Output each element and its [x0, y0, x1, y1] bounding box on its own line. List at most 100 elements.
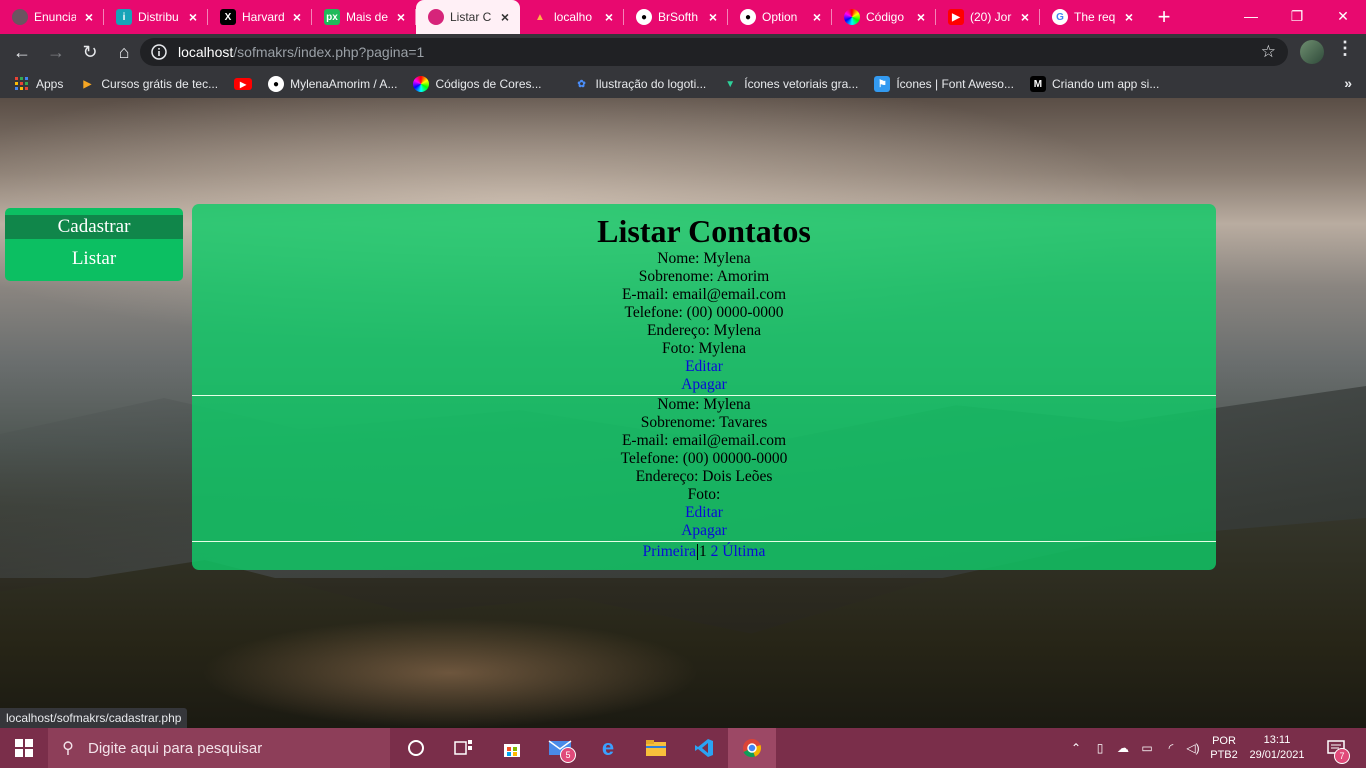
tab-listar-contatos[interactable]: Listar C ×	[416, 0, 520, 34]
delete-link[interactable]: Apagar	[681, 522, 727, 539]
bookmarks-bar: Apps ▶ Cursos grátis de tec... ▶ ● Mylen…	[0, 70, 1366, 98]
home-button[interactable]: ⌂	[108, 36, 140, 68]
forward-button[interactable]: →	[40, 36, 72, 68]
mail-badge: 5	[560, 747, 576, 763]
tab-localhost[interactable]: ▲ localho ×	[520, 0, 624, 34]
onedrive-cloud-icon[interactable]: ☁	[1112, 728, 1134, 768]
edge-icon[interactable]: e	[584, 728, 632, 768]
contact-email: E-mail: email@email.com	[621, 286, 787, 303]
browser-tab-strip: Enuncia × i Distribu × X Harvard × px Ma…	[0, 0, 1366, 34]
battery-icon[interactable]: ▭	[1136, 728, 1158, 768]
bookmark-apps[interactable]: Apps	[0, 70, 71, 98]
bookmark-label: MylenaAmorim / A...	[290, 77, 398, 91]
contact-photo: Foto:	[687, 486, 721, 503]
chevron-up-icon[interactable]: ⌃	[1066, 728, 1086, 768]
close-window-button[interactable]: ✕	[1320, 0, 1366, 32]
task-view-button[interactable]	[440, 728, 488, 768]
close-icon[interactable]: ×	[602, 9, 616, 25]
bookmark-github-mylena[interactable]: ● MylenaAmorim / A...	[260, 70, 405, 98]
close-icon[interactable]: ×	[706, 9, 720, 25]
bookmark-star-icon[interactable]: ☆	[1261, 42, 1276, 62]
start-button[interactable]	[0, 728, 48, 768]
distribution-icon: i	[116, 9, 132, 25]
tab-label: Código	[866, 10, 905, 24]
chrome-icon[interactable]	[728, 728, 776, 768]
close-icon[interactable]: ×	[498, 9, 512, 25]
volume-icon[interactable]: ◁)	[1182, 728, 1204, 768]
bookmark-youtube[interactable]: ▶	[226, 70, 260, 98]
pagination-current: 1	[699, 543, 707, 560]
reload-button[interactable]: ↻	[74, 36, 106, 68]
profile-avatar[interactable]	[1300, 40, 1324, 64]
close-icon[interactable]: ×	[1122, 9, 1136, 25]
new-tab-button[interactable]: +	[1144, 0, 1184, 34]
system-clock[interactable]: 13:11 29/01/2021	[1244, 728, 1310, 768]
minimize-button[interactable]: —	[1228, 0, 1274, 32]
font-awesome-icon: ⚑	[874, 76, 891, 92]
phone-link-icon[interactable]: ▯	[1090, 728, 1110, 768]
github-icon: ●	[740, 9, 756, 25]
tab-enunciado[interactable]: Enuncia ×	[0, 0, 104, 34]
menu-kebab-icon[interactable]: ⋮	[1336, 38, 1354, 59]
pagination-first[interactable]: Primeira	[643, 543, 696, 560]
more-bookmarks-icon[interactable]: »	[1344, 75, 1352, 91]
wifi-icon[interactable]: ◜	[1160, 728, 1182, 768]
info-icon[interactable]	[148, 41, 170, 63]
contacts-panel: Listar Contatos Nome: Mylena Sobrenome: …	[192, 204, 1216, 570]
menu-cadastrar[interactable]: Cadastrar	[5, 215, 183, 239]
menu-listar[interactable]: Listar	[5, 239, 183, 279]
mail-icon[interactable]: 5	[536, 728, 584, 768]
tab-option[interactable]: ● Option ×	[728, 0, 832, 34]
bookmark-label: Ilustração do logoti...	[595, 77, 707, 91]
harvard-x-icon: X	[220, 9, 236, 25]
edit-link[interactable]: Editar	[685, 358, 723, 375]
xampp-icon: ▲	[535, 11, 545, 23]
tab-the-req[interactable]: G The req ×	[1040, 0, 1144, 34]
tab-brsofth[interactable]: ● BrSofth ×	[624, 0, 728, 34]
restore-button[interactable]: ❐	[1274, 0, 1320, 32]
bookmark-label: Ícones | Font Aweso...	[896, 77, 1014, 91]
edit-link[interactable]: Editar	[685, 504, 723, 521]
close-icon[interactable]: ×	[1018, 9, 1032, 25]
taskbar-search[interactable]: ⚲ Digite aqui para pesquisar	[48, 728, 390, 768]
vector-icons-icon: ▼	[725, 78, 736, 90]
tab-distribu[interactable]: i Distribu ×	[104, 0, 208, 34]
delete-link[interactable]: Apagar	[681, 376, 727, 393]
notification-center-icon[interactable]: 7	[1316, 728, 1356, 768]
text-caret	[697, 544, 699, 561]
language-indicator[interactable]: POR PTB2	[1206, 728, 1242, 768]
tab-label: The req	[1074, 10, 1116, 24]
pagination: Primeira 1 2 Última	[192, 543, 1216, 561]
close-icon[interactable]: ×	[290, 9, 304, 25]
close-icon[interactable]: ×	[914, 9, 928, 25]
tab-codigo[interactable]: Código ×	[832, 0, 936, 34]
back-button[interactable]: ←	[6, 36, 38, 68]
contact-address: Endereço: Mylena	[646, 322, 762, 339]
cortana-button[interactable]	[392, 728, 440, 768]
tab-label: localho	[554, 10, 593, 24]
address-bar[interactable]: localhost/sofmakrs/index.php?pagina=1 ☆	[140, 38, 1288, 66]
search-icon: ⚲	[62, 740, 74, 757]
tab-youtube[interactable]: ▶ (20) Jor ×	[936, 0, 1040, 34]
bookmark-cursos[interactable]: ▶ Cursos grátis de tec...	[71, 70, 226, 98]
bookmark-ilustracao[interactable]: ✿ Ilustração do logoti...	[566, 70, 715, 98]
close-icon[interactable]: ×	[82, 9, 96, 25]
bookmark-icones-vetoriais[interactable]: ▼ Ícones vetoriais gra...	[714, 70, 866, 98]
bookmark-codigos-cores[interactable]: Códigos de Cores...	[405, 70, 549, 98]
close-icon[interactable]: ×	[394, 9, 408, 25]
contact-photo: Foto: Mylena	[662, 340, 746, 357]
tab-label: Distribu	[138, 10, 179, 24]
contact-phone: Telefone: (00) 0000-0000	[624, 304, 784, 321]
store-icon[interactable]	[488, 728, 536, 768]
tab-mais-de[interactable]: px Mais de ×	[312, 0, 416, 34]
tab-harvard[interactable]: X Harvard ×	[208, 0, 312, 34]
bookmark-font-awesome[interactable]: ⚑ Ícones | Font Aweso...	[866, 70, 1022, 98]
close-icon[interactable]: ×	[810, 9, 824, 25]
close-icon[interactable]: ×	[186, 9, 200, 25]
file-explorer-icon[interactable]	[632, 728, 680, 768]
pagination-page-2[interactable]: 2	[711, 543, 719, 560]
vscode-icon[interactable]	[680, 728, 728, 768]
contact-email: E-mail: email@email.com	[621, 432, 787, 449]
bookmark-criando-app[interactable]: M Criando um app si...	[1022, 70, 1167, 98]
pagination-last[interactable]: Última	[722, 543, 765, 560]
